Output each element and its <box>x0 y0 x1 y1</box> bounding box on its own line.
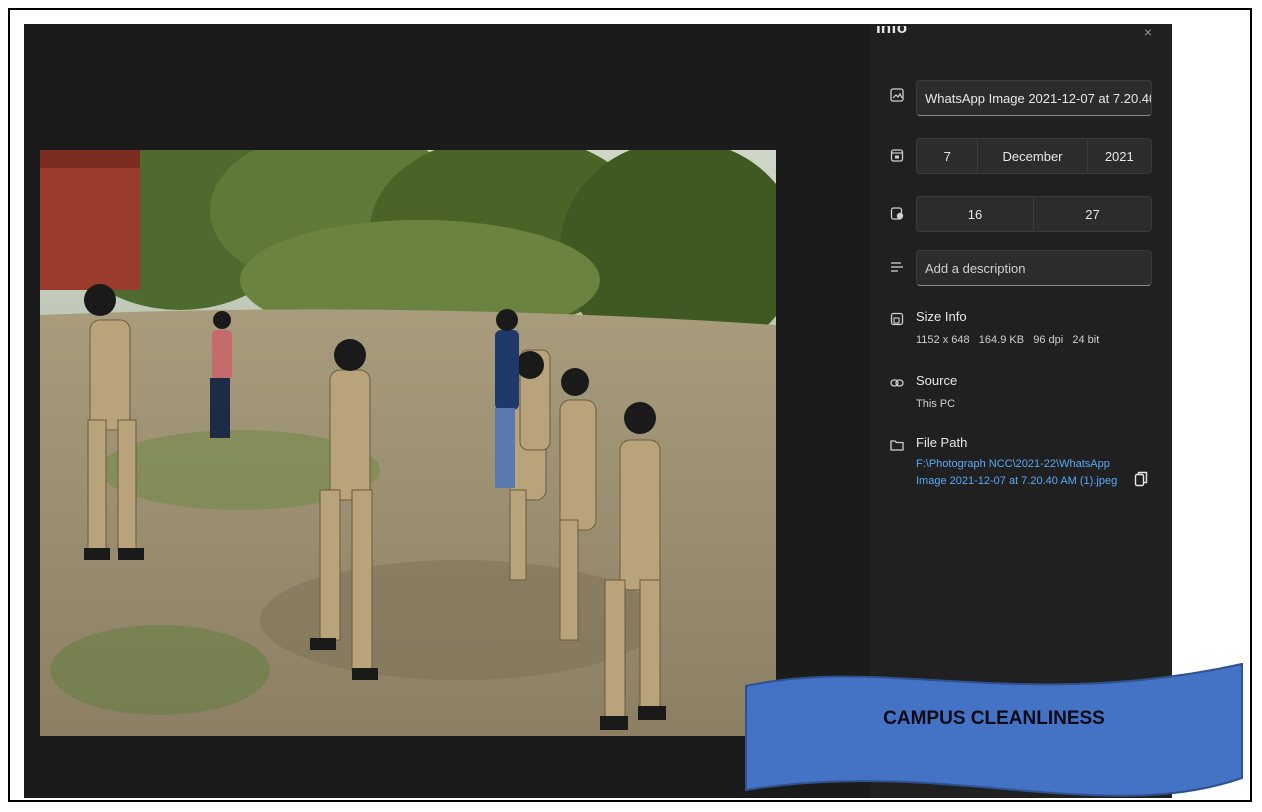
copy-icon[interactable] <box>1134 471 1148 487</box>
info-panel-title: Info <box>876 26 908 37</box>
description-icon <box>891 262 903 272</box>
date-field[interactable]: 7 December 2021 <box>916 138 1152 174</box>
description-input[interactable]: Add a description <box>916 250 1152 286</box>
file-path-label: File Path <box>916 435 968 450</box>
description-placeholder: Add a description <box>925 260 1026 276</box>
link-icon <box>890 379 904 387</box>
source-value: This PC <box>916 398 956 410</box>
source-label: Source <box>916 373 958 388</box>
date-year[interactable]: 2021 <box>1088 139 1151 173</box>
banner-shape <box>745 662 1243 797</box>
date-day[interactable]: 7 <box>917 139 979 173</box>
file-name-value: WhatsApp Image 2021-12-07 at 7.20.40 AM … <box>925 90 1152 106</box>
date-month[interactable]: December <box>978 139 1088 173</box>
clock-icon <box>890 207 904 220</box>
file-path-line-2[interactable]: Image 2021-12-07 at 7.20.40 AM (1).jpeg <box>916 474 1117 489</box>
banner-title: CAMPUS CLEANLINESS <box>883 708 1105 729</box>
size-info-details: 1152 x 648 164.9 KB 96 dpi 24 bit <box>916 334 1100 346</box>
time-minute[interactable]: 27 <box>1034 197 1151 231</box>
image-icon <box>890 88 904 102</box>
file-path-line-1[interactable]: F:\Photograph NCC\2021-22\WhatsApp <box>916 457 1110 472</box>
file-name-field[interactable]: WhatsApp Image 2021-12-07 at 7.20.40 AM … <box>916 80 1152 116</box>
folder-icon <box>890 440 904 451</box>
close-icon[interactable]: × <box>1144 24 1152 36</box>
photo-image[interactable] <box>40 150 776 736</box>
size-icon <box>890 312 904 326</box>
time-hour[interactable]: 16 <box>917 197 1034 231</box>
size-info-label: Size Info <box>916 309 967 324</box>
time-field[interactable]: 16 27 <box>916 196 1152 232</box>
calendar-icon <box>890 149 904 162</box>
